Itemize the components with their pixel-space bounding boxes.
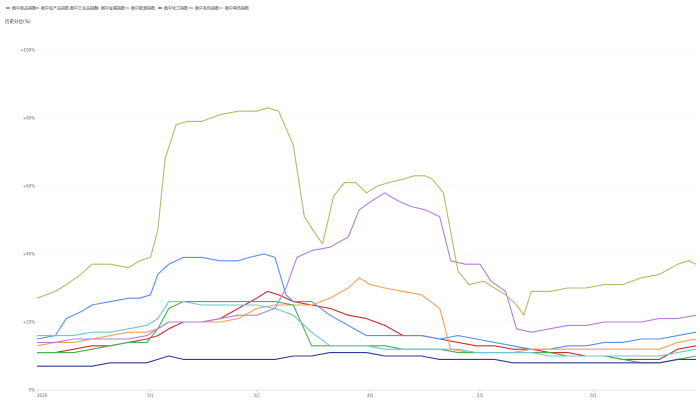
x-tick-label-5: 6月 (590, 393, 597, 398)
series-line-2 (36, 253, 697, 350)
x-tick-label-4: 5月 (477, 393, 484, 398)
x-tick-label-2: 3月 (253, 393, 260, 398)
legend-label: 图中化工指数 (164, 5, 188, 11)
legend-label: 图中商品指数 (12, 5, 36, 11)
legend-item-4[interactable]: 图中金属指数 (95, 5, 125, 11)
y-axis-ticks: 0% +20% +40% +60% +80% +100% (20, 48, 35, 393)
legend-item-2[interactable]: 图中农产品指数 (35, 5, 69, 11)
legend-item-5[interactable]: 图中能源指数 (125, 5, 155, 11)
series-lines (36, 107, 697, 367)
series-line-6 (37, 352, 696, 367)
grid-lines (37, 49, 696, 391)
line-chart: 图中商品指数 图中农产品指数 图中工业品指数 图中金属指数 图中能源指数 图中化工指数 图中… (5, 5, 697, 398)
legend-item-6[interactable]: 图中化工指数 (158, 5, 188, 11)
legend-label: 图中能源指数 (131, 5, 155, 11)
legend-item-8[interactable]: 图中黑色指数 (219, 5, 249, 11)
x-tick-label-0: 2020 (37, 393, 48, 398)
y-tick-label-3: +60% (23, 184, 35, 189)
y-tick-label-4: +80% (23, 116, 35, 121)
x-tick-label-3: 4月 (367, 393, 374, 398)
legend-item-3[interactable]: 图中工业品指数 (64, 5, 98, 11)
legend-label: 图中有色指数 (195, 5, 219, 11)
legend-label: 图中工业品指数 (70, 5, 98, 11)
series-line-7 (37, 192, 697, 343)
y-tick-label-0: 0% (29, 388, 36, 393)
y-tick-label-1: +20% (23, 320, 35, 325)
x-tick-label-1: 2月 (147, 393, 154, 398)
legend-item-1[interactable]: 图中商品指数 (6, 5, 36, 11)
series-line-8 (36, 107, 697, 316)
legend-label: 图中金属指数 (101, 5, 125, 11)
legend: 图中商品指数 图中农产品指数 图中工业品指数 图中金属指数 图中能源指数 图中化工指数 图中… (6, 5, 249, 11)
y-tick-label-5: +100% (20, 48, 35, 53)
x-axis-ticks: 2020 2月 3月 4月 5月 6月 (36, 390, 597, 398)
series-line-5 (37, 301, 697, 357)
y-tick-label-2: +40% (23, 252, 35, 257)
legend-label: 图中黑色指数 (225, 5, 249, 11)
legend-item-7[interactable]: 图中有色指数 (189, 5, 219, 11)
y-axis-unit-label: 历史分位(%) (5, 18, 31, 25)
